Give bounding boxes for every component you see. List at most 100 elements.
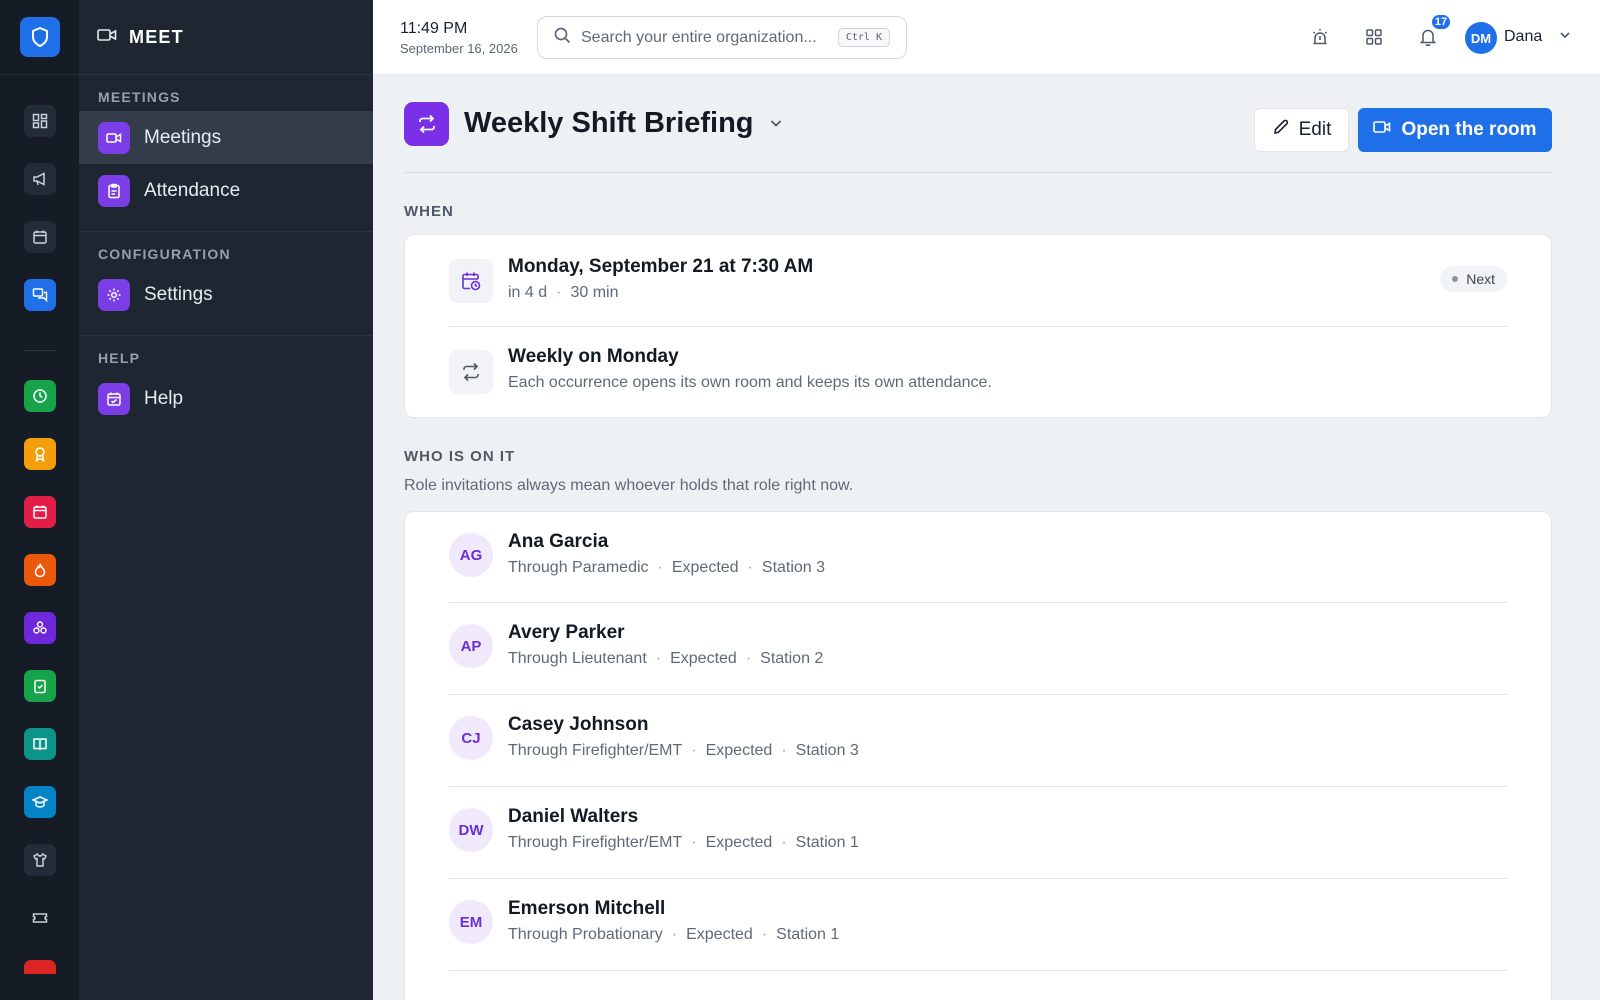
edit-button[interactable]: Edit <box>1254 108 1349 152</box>
clock-icon[interactable] <box>24 380 56 412</box>
video-camera-icon <box>98 121 130 154</box>
partial-rail-icon[interactable] <box>24 960 56 974</box>
next-occurrence-meta: in 4 d · 30 min <box>508 284 619 301</box>
shirt-icon[interactable] <box>24 844 56 876</box>
status-dot-icon <box>1452 276 1459 282</box>
repeat-icon <box>449 350 493 394</box>
list-item[interactable]: EM Emerson Mitchell Through Probationary… <box>449 879 1507 971</box>
relative-time: in 4 d <box>508 284 548 301</box>
apps-grid-icon[interactable] <box>1362 25 1386 49</box>
clipboard-check-icon[interactable] <box>24 670 56 702</box>
person-name: Casey Johnson <box>508 714 649 735</box>
person-meta: Through Firefighter/EMT · Expected · Station… <box>508 742 859 759</box>
person-status: Expected <box>705 834 773 851</box>
current-time: 11:49 PM <box>400 20 468 37</box>
chat-icon[interactable] <box>24 279 56 311</box>
list-item[interactable]: DW Daniel Walters Through Firefighter/EM… <box>449 787 1507 879</box>
gear-icon <box>98 278 130 311</box>
list-item[interactable]: AG Ana Garcia Through Paramedic · Expected… <box>449 512 1507 603</box>
person-role: Through Lieutenant <box>508 650 647 667</box>
person-text: Casey Johnson Through Firefighter/EMT · Ex… <box>508 714 859 760</box>
book-icon[interactable] <box>24 728 56 760</box>
calendar-check-icon <box>98 382 130 415</box>
status-badge: Next <box>1440 266 1507 292</box>
person-name: Avery Parker <box>508 622 625 643</box>
next-occurrence-title: Monday, September 21 at 7:30 AM <box>508 256 814 277</box>
sidebar-item-label: Help <box>144 387 184 409</box>
calendar-icon[interactable] <box>24 221 56 253</box>
who-heading: WHO IS ON IT <box>404 448 516 465</box>
person-name: Daniel Walters <box>508 806 639 827</box>
recurring-arrows-icon <box>404 101 449 146</box>
person-name: Ana Garcia <box>508 531 609 552</box>
avatar: AP <box>449 624 493 668</box>
person-station: Station 3 <box>761 559 826 576</box>
search-input[interactable]: Search your entire organization... <box>581 29 828 47</box>
person-meta: Through Lieutenant · Expected · Station 2 <box>508 650 824 667</box>
module-title: MEET <box>129 26 184 47</box>
open-room-label: Open the room <box>1401 119 1537 140</box>
flame-icon[interactable] <box>24 554 56 586</box>
page-title: Weekly Shift Briefing <box>464 107 754 139</box>
sidebar-item-label: Settings <box>144 283 213 305</box>
top-bar: 11:49 PM September 16, 2026 Search your … <box>373 0 1600 75</box>
next-occurrence-text: Monday, September 21 at 7:30 AM in 4 d · 3… <box>508 256 813 302</box>
avatar: EM <box>449 900 493 944</box>
module-header: MEET <box>79 0 373 75</box>
sidebar-item-meetings[interactable]: Meetings <box>79 111 373 164</box>
list-item[interactable]: AP Avery Parker Through Lieutenant · Expec… <box>449 603 1507 695</box>
recurrence-note: Each occurrence opens its own room and k… <box>508 374 992 391</box>
clipboard-icon <box>98 174 130 207</box>
sidebar-item-attendance[interactable]: Attendance <box>79 164 373 217</box>
dashboard-icon[interactable] <box>24 105 56 137</box>
person-status: Expected <box>705 742 773 759</box>
next-occurrence-row[interactable]: Monday, September 21 at 7:30 AM in 4 d · 3… <box>449 235 1507 327</box>
person-text: Emerson Mitchell Through Probationary · Ex… <box>508 898 839 944</box>
rail-header <box>0 0 79 75</box>
megaphone-icon[interactable] <box>24 163 56 195</box>
sidebar-section-meetings: MEETINGS <box>98 89 181 105</box>
schedule-icon[interactable] <box>24 496 56 528</box>
current-date: September 16, 2026 <box>400 41 518 56</box>
person-meta: Through Paramedic · Expected · Station 3 <box>508 559 826 576</box>
sidebar-item-help[interactable]: Help <box>79 372 373 425</box>
person-text: Daniel Walters Through Firefighter/EMT · E… <box>508 806 859 852</box>
edit-label: Edit <box>1298 119 1332 140</box>
sidebar-item-label: Meetings <box>144 126 222 148</box>
main-content: Weekly Shift Briefing Edit Open the room… <box>404 75 1552 1000</box>
avatar: CJ <box>449 716 493 760</box>
app-rail <box>0 0 79 1000</box>
when-card: Monday, September 21 at 7:30 AM in 4 d · 3… <box>404 234 1552 418</box>
person-role: Through Paramedic <box>508 559 649 576</box>
avatar: DW <box>449 808 493 852</box>
team-icon[interactable] <box>24 612 56 644</box>
open-room-button[interactable]: Open the room <box>1358 108 1552 152</box>
person-station: Station 2 <box>760 650 824 667</box>
chevron-down-icon[interactable] <box>768 115 784 136</box>
chevron-down-icon[interactable] <box>1558 28 1572 47</box>
person-meta: Through Firefighter/EMT · Expected · Station… <box>508 834 859 851</box>
siren-alert-icon[interactable] <box>1308 25 1332 49</box>
global-search[interactable]: Search your entire organization... Ctrl … <box>537 16 907 59</box>
recurrence-row: Weekly on Monday Each occurrence opens i… <box>449 327 1507 417</box>
person-role: Through Probationary <box>508 926 663 943</box>
person-station: Station 3 <box>795 742 859 759</box>
module-sidebar: MEET MEETINGS Meetings Attendance CONFIG… <box>79 0 373 1000</box>
ticket-icon[interactable] <box>24 902 56 934</box>
avatar[interactable]: DM <box>1465 22 1497 54</box>
who-note: Role invitations always mean whoever hol… <box>404 477 854 494</box>
pencil-icon <box>1272 118 1290 142</box>
avatar: AG <box>449 533 493 577</box>
meeting-header: Weekly Shift Briefing Edit Open the room <box>404 75 1552 173</box>
person-name: Emerson Mitchell <box>508 898 666 919</box>
search-shortcut-hint: Ctrl K <box>837 28 890 47</box>
calendar-clock-icon <box>449 259 493 303</box>
sidebar-section-configuration: CONFIGURATION <box>98 246 231 262</box>
user-name[interactable]: Dana <box>1504 28 1542 46</box>
person-meta: Through Probationary · Expected · Station 1 <box>508 926 840 943</box>
graduation-cap-icon[interactable] <box>24 786 56 818</box>
shield-logo-icon[interactable] <box>19 17 60 57</box>
award-icon[interactable] <box>24 438 56 470</box>
sidebar-item-settings[interactable]: Settings <box>79 268 373 321</box>
list-item[interactable]: CJ Casey Johnson Through Firefighter/EMT… <box>449 695 1507 787</box>
